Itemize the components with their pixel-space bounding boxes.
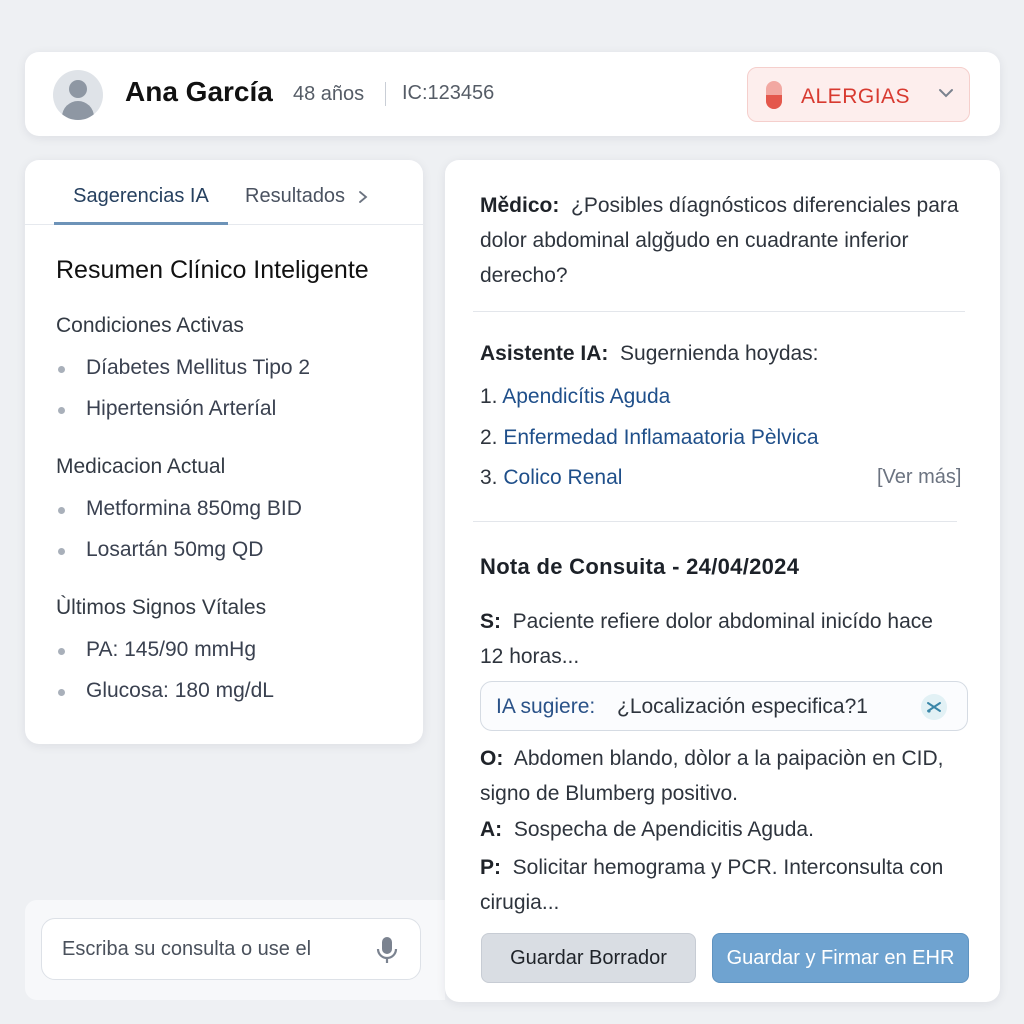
section-title-conditions: Condiciones Activas	[56, 314, 244, 337]
diagnosis-item: 3. Colico Renal	[480, 466, 623, 489]
doctor-label: Mědico:	[480, 194, 560, 217]
tab-results[interactable]: Resultados	[245, 160, 369, 225]
query-bar: Escriba su consulta o use el	[25, 900, 445, 1000]
summary-title: Resumen Clínico Inteligente	[56, 256, 369, 284]
doctor-message: Mědico: ¿Posibles díagnósticos diferenci…	[480, 188, 970, 293]
diagnosis-item: 1. Apendicítis Aguda	[480, 385, 671, 408]
section-title-vitals: Ùltimos Signos Vítales	[56, 596, 267, 619]
diagnosis-link[interactable]: Apendicítis Aguda	[502, 385, 670, 408]
note-assessment[interactable]: A: Sospecha de Apendicitis Aguda.	[480, 812, 960, 847]
ai-message-text: Sugernienda hoydas:	[620, 342, 819, 365]
header-divider	[385, 82, 386, 106]
allergies-label: ALERGIAS	[801, 85, 911, 108]
save-and-sign-button[interactable]: Guardar y Firmar en EHR	[712, 933, 969, 983]
allergies-dropdown-button[interactable]: ALERGIAS	[747, 67, 970, 122]
diagnosis-link[interactable]: Enfermedad Inflamaatoria Pèlvica	[503, 426, 818, 449]
chevron-right-icon	[358, 190, 368, 203]
clinical-summary-panel: Sagerencias IA Resultados Resumen Clínic…	[25, 160, 423, 744]
divider	[473, 311, 965, 312]
sparkle-icon[interactable]	[921, 694, 947, 720]
ai-label: Asistente IA:	[480, 342, 609, 365]
tab-results-label: Resultados	[245, 185, 346, 207]
patient-header: Ana García 48 años IC:123456 ALERGIAS	[25, 52, 1000, 136]
diagnosis-link[interactable]: Colico Renal	[503, 466, 622, 489]
note-plan[interactable]: P: Solicitar hemograma y PCR. Interconsu…	[480, 850, 960, 920]
ai-message: Asistente IA: Sugernienda hoydas:	[480, 336, 819, 371]
chevron-down-icon	[939, 89, 953, 98]
ai-suggestion-text: ¿Localización especifica?1	[617, 695, 868, 718]
note-objective[interactable]: O: Abdomen blando, dòlor a la paipaciòn …	[480, 741, 960, 811]
ai-suggestion-chip[interactable]: IA sugiere: ¿Localización especifica?1	[480, 681, 968, 731]
patient-age: 48 años	[293, 83, 365, 105]
user-avatar-icon	[53, 70, 103, 120]
section-title-medication: Medicacion Actual	[56, 455, 226, 478]
query-input[interactable]: Escriba su consulta o use el	[41, 918, 421, 980]
note-subjective[interactable]: S: Paciente refiere dolor abdominal inic…	[480, 604, 950, 674]
diagnosis-item: 2. Enfermedad Inflamaatoria Pèlvica	[480, 426, 819, 449]
ai-suggestion-label: IA sugiere:	[496, 695, 596, 718]
save-draft-button[interactable]: Guardar Borrador	[481, 933, 696, 983]
microphone-icon[interactable]	[374, 935, 400, 965]
patient-id: IC:123456	[402, 82, 495, 104]
patient-name: Ana García	[125, 76, 273, 107]
pill-icon	[766, 81, 782, 109]
note-title: Nota de Consuita - 24/04/2024	[480, 554, 800, 579]
see-more-link[interactable]: [Ver más]	[877, 466, 961, 489]
tab-bar: Sagerencias IA Resultados	[25, 160, 423, 225]
divider	[473, 521, 957, 522]
tab-ai-suggestions[interactable]: Sagerencias IA	[54, 160, 228, 225]
consultation-panel: Mědico: ¿Posibles díagnósticos diferenci…	[445, 160, 1000, 1002]
query-placeholder: Escriba su consulta o use el	[62, 938, 312, 960]
